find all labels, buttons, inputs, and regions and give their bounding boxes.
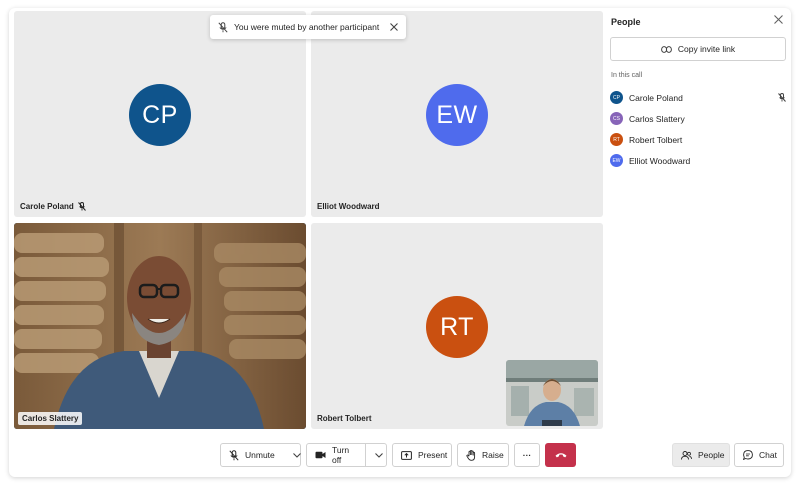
people-panel: People Copy invite link In this call CP … bbox=[605, 8, 791, 433]
tile-name-tag: Carole Poland bbox=[20, 202, 86, 211]
tile-name-tag: Robert Tolbert bbox=[317, 414, 372, 423]
tile-name-tag: Carlos Slattery bbox=[18, 412, 83, 425]
notification-text: You were muted by another participant bbox=[234, 22, 380, 32]
mute-notification: You were muted by another participant bbox=[210, 15, 406, 39]
call-toolbar: Unmute Turn off Present Raise ··· People… bbox=[9, 434, 791, 477]
avatar: CP bbox=[610, 91, 623, 104]
present-label: Present bbox=[418, 450, 448, 460]
meeting-window: CP Carole Poland You were muted by anoth… bbox=[9, 8, 791, 477]
avatar: RT bbox=[610, 133, 623, 146]
more-icon: ··· bbox=[522, 450, 532, 460]
divider bbox=[364, 444, 366, 466]
leave-call-button[interactable] bbox=[545, 443, 576, 467]
avatar: CS bbox=[610, 112, 623, 125]
present-button[interactable]: Present bbox=[392, 443, 452, 467]
chevron-down-icon[interactable] bbox=[292, 452, 301, 458]
video-tile-robert[interactable]: RT Robert Tolbert bbox=[311, 223, 603, 429]
copy-link-label: Copy invite link bbox=[677, 44, 736, 54]
link-icon bbox=[661, 45, 672, 53]
video-tile-elliot[interactable]: EW Elliot Woodward bbox=[311, 11, 603, 217]
self-view-preview[interactable] bbox=[506, 360, 598, 426]
participant-name: Carole Poland bbox=[629, 92, 683, 103]
tile-name-label: Elliot Woodward bbox=[317, 202, 380, 211]
people-toggle-button[interactable]: People bbox=[672, 443, 730, 467]
people-icon bbox=[681, 450, 692, 460]
close-panel-button[interactable] bbox=[774, 15, 783, 24]
participant-list: CP Carole Poland CS Carlos Slattery RT R… bbox=[610, 87, 786, 171]
people-label: People bbox=[698, 450, 725, 460]
mic-off-icon bbox=[218, 21, 228, 33]
chevron-down-icon[interactable] bbox=[372, 452, 386, 458]
chat-label: Chat bbox=[759, 450, 777, 460]
hang-up-icon bbox=[555, 452, 567, 458]
tile-name-tag: Elliot Woodward bbox=[317, 202, 380, 211]
mic-off-icon bbox=[778, 93, 786, 102]
close-icon bbox=[774, 15, 783, 24]
turn-off-label: Turn off bbox=[332, 445, 350, 465]
panel-title: People bbox=[611, 17, 641, 27]
video-tile-carlos[interactable]: Carlos Slattery bbox=[14, 223, 306, 429]
chat-toggle-button[interactable]: Chat bbox=[734, 443, 784, 467]
participant-name: Robert Tolbert bbox=[629, 134, 683, 145]
unmute-label: Unmute bbox=[245, 450, 275, 460]
chat-icon bbox=[743, 450, 753, 460]
participant-row[interactable]: CP Carole Poland bbox=[610, 87, 786, 108]
close-icon[interactable] bbox=[390, 23, 398, 31]
hand-icon bbox=[466, 449, 476, 461]
raise-hand-button[interactable]: Raise bbox=[457, 443, 509, 467]
mic-off-icon bbox=[229, 449, 239, 461]
raise-label: Raise bbox=[482, 450, 504, 460]
mic-off-icon bbox=[77, 202, 86, 211]
video-camera-icon bbox=[315, 451, 326, 459]
avatar: EW bbox=[610, 154, 623, 167]
avatar-elliot: EW bbox=[426, 84, 488, 146]
participant-row[interactable]: RT Robert Tolbert bbox=[610, 129, 786, 150]
section-heading: In this call bbox=[611, 72, 643, 79]
participant-row[interactable]: EW Elliot Woodward bbox=[610, 150, 786, 171]
avatar-robert: RT bbox=[426, 296, 488, 358]
camera-video-feed bbox=[14, 223, 306, 429]
tile-name-label: Carlos Slattery bbox=[22, 414, 79, 423]
share-screen-icon bbox=[401, 450, 412, 460]
unmute-button[interactable]: Unmute bbox=[220, 443, 301, 467]
participant-row[interactable]: CS Carlos Slattery bbox=[610, 108, 786, 129]
tile-name-label: Carole Poland bbox=[20, 202, 74, 211]
participant-name: Elliot Woodward bbox=[629, 155, 691, 166]
copy-invite-link-button[interactable]: Copy invite link bbox=[610, 37, 786, 61]
participant-name: Carlos Slattery bbox=[629, 113, 685, 124]
avatar-carole: CP bbox=[129, 84, 191, 146]
tile-name-label: Robert Tolbert bbox=[317, 414, 372, 423]
more-options-button[interactable]: ··· bbox=[514, 443, 540, 467]
camera-button[interactable]: Turn off bbox=[306, 443, 387, 467]
video-tile-carole[interactable]: CP Carole Poland bbox=[14, 11, 306, 217]
